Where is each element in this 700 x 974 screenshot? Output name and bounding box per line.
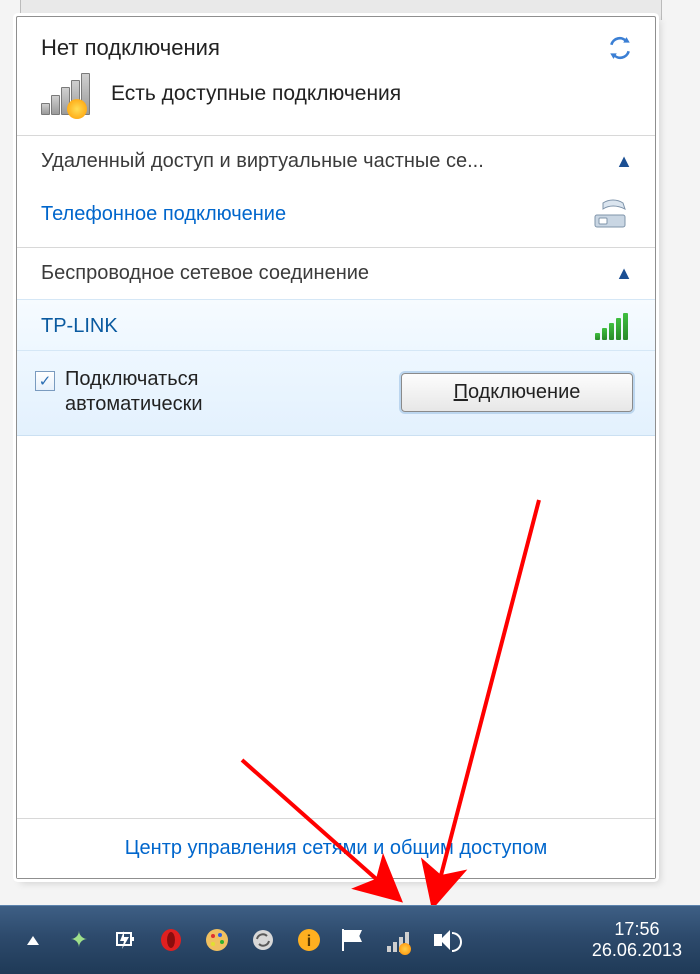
clock-time: 17:56 [592,919,682,940]
dialup-item[interactable]: Телефонное подключение [17,187,655,247]
status-text: Есть доступные подключения [111,82,401,106]
refresh-icon[interactable] [607,35,633,61]
network-flyout: Нет подключения Есть доступные подключен… [16,16,656,879]
signal-strength-icon [595,312,633,340]
dialup-label: Телефонное подключение [41,203,286,226]
tray-info-icon[interactable]: i [294,925,324,955]
status-row: Есть доступные подключения [17,69,655,135]
tray-palette-icon[interactable] [202,925,232,955]
group-header-wifi[interactable]: Беспроводное сетевое соединение ▲ [17,248,655,299]
signal-bars-icon [41,73,95,115]
chevron-up-icon: ▲ [615,151,633,172]
auto-connect-label: Подключаться автоматически [65,367,203,417]
clock-date: 26.06.2013 [592,940,682,961]
taskbar: ✦ i [0,905,700,974]
taskbar-clock[interactable]: 17:56 26.06.2013 [592,919,690,960]
group-label: Беспроводное сетевое соединение [41,262,369,285]
chevron-up-icon: ▲ [615,263,633,284]
connect-panel: ✓ Подключаться автоматически Подключение [17,351,655,436]
auto-connect-checkbox[interactable]: ✓ [35,371,55,391]
tray-power-icon[interactable] [110,925,140,955]
tray-network-icon[interactable] [386,925,416,955]
tray-opera-icon[interactable] [156,925,186,955]
group-label: Удаленный доступ и виртуальные частные с… [41,150,484,173]
wifi-network-item[interactable]: TP-LINK [17,299,655,351]
network-center-link[interactable]: Центр управления сетями и общим доступом [17,818,655,878]
group-header-vpn[interactable]: Удаленный доступ и виртуальные частные с… [17,136,655,187]
connect-button[interactable]: Подключение [401,373,633,412]
tray-sync-icon[interactable] [248,925,278,955]
wifi-network-name: TP-LINK [41,315,118,338]
tray-volume-icon[interactable] [432,925,462,955]
tray-overflow-icon[interactable] [18,925,48,955]
flyout-title: Нет подключения [41,35,220,61]
svg-text:i: i [307,933,311,950]
system-tray: ✦ i [18,925,462,955]
tray-action-center-icon[interactable] [340,925,370,955]
phone-modem-icon [593,197,633,231]
tray-evernote-icon[interactable]: ✦ [64,925,94,955]
